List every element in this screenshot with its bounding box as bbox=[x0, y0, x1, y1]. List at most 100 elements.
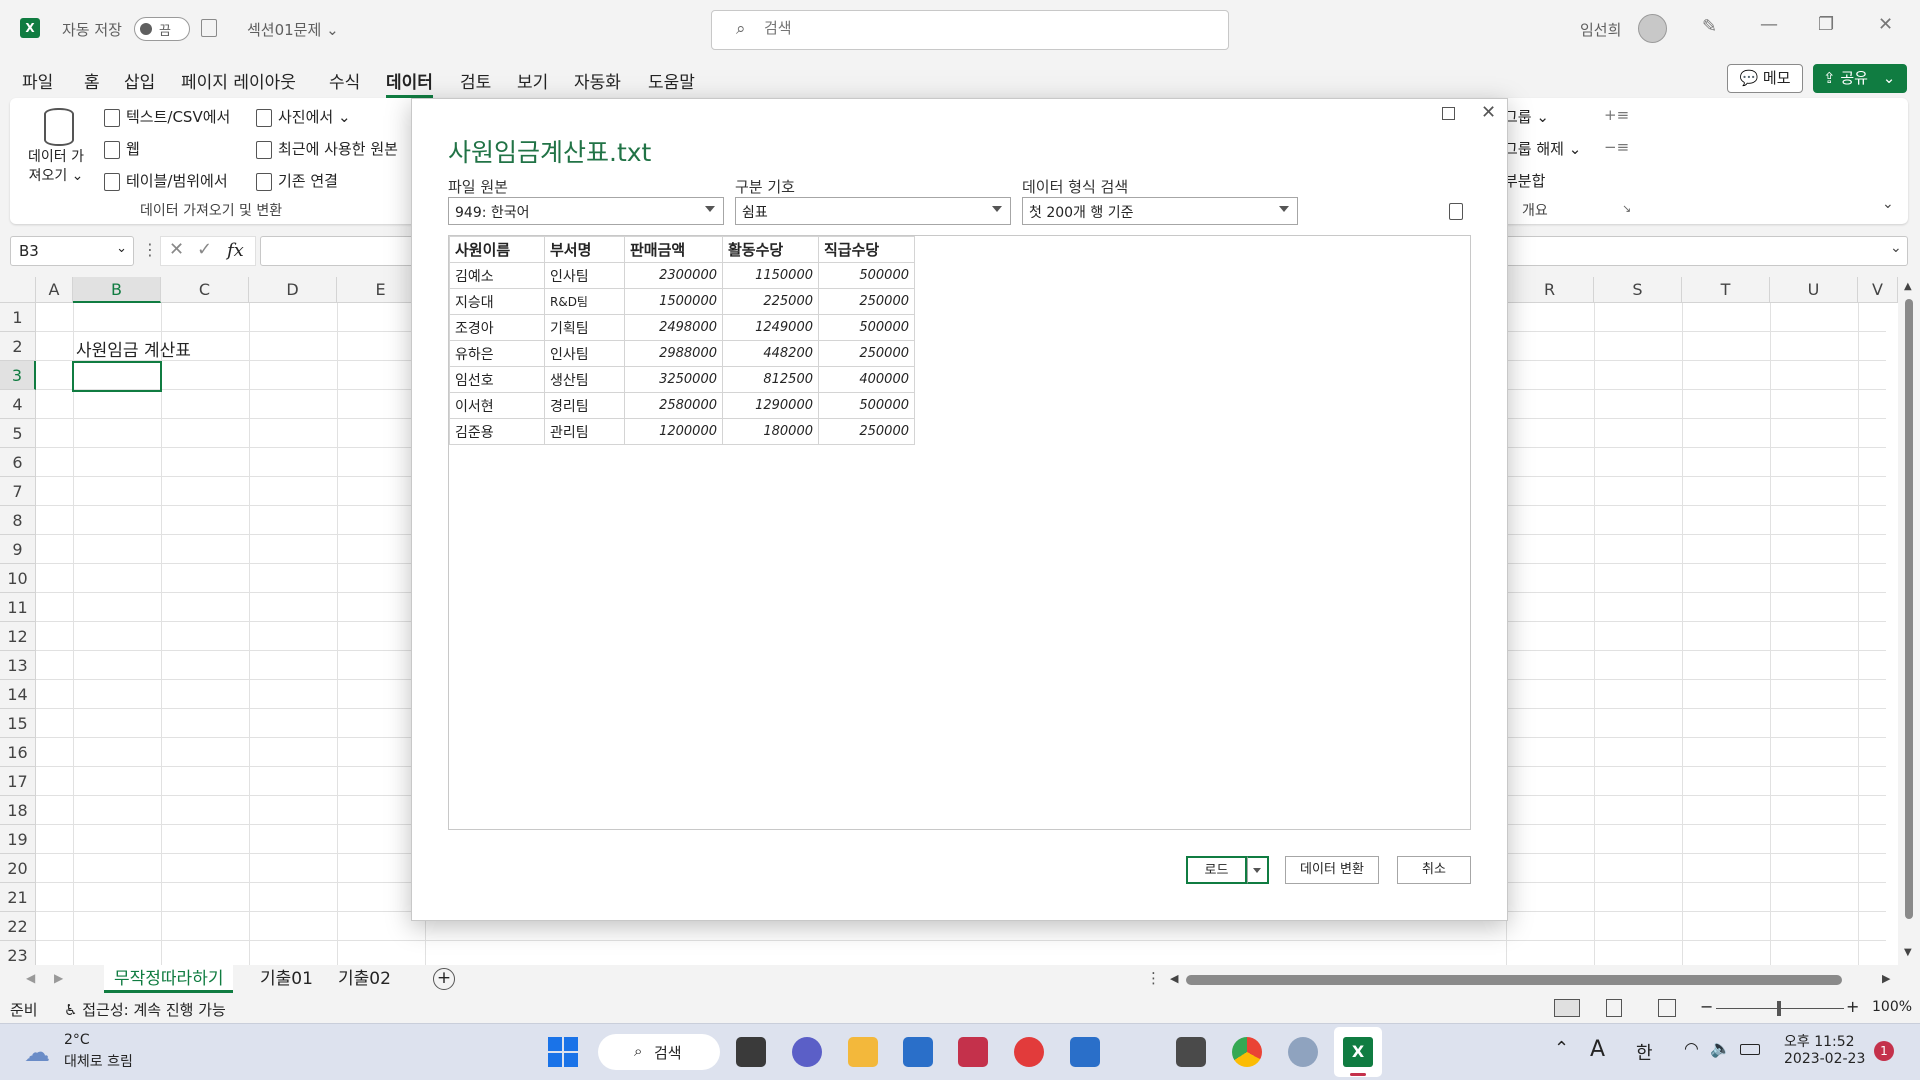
magnifier-icon[interactable] bbox=[1288, 1037, 1318, 1067]
store-icon[interactable] bbox=[903, 1037, 933, 1067]
search-box[interactable]: ⌕ bbox=[711, 10, 1229, 50]
row-header-23[interactable]: 23 bbox=[0, 941, 36, 965]
sync-icon[interactable] bbox=[1014, 1037, 1044, 1067]
zoom-in-icon[interactable]: + bbox=[1846, 997, 1859, 1016]
close-button[interactable]: ✕ bbox=[1878, 14, 1893, 35]
normal-view-icon[interactable] bbox=[1554, 999, 1580, 1017]
ime-a[interactable]: A bbox=[1590, 1037, 1605, 1062]
chevron-up-icon[interactable]: ⌃ bbox=[1554, 1038, 1569, 1059]
task-view-icon[interactable] bbox=[736, 1037, 766, 1067]
transform-data-button[interactable]: 데이터 변환 bbox=[1285, 856, 1379, 884]
row-header-22[interactable]: 22 bbox=[0, 912, 36, 941]
page-break-view-icon[interactable] bbox=[1658, 999, 1676, 1017]
from-picture-button[interactable]: 사진에서 ⌄ bbox=[256, 106, 351, 127]
app-icon-1[interactable] bbox=[958, 1037, 988, 1067]
tab-file[interactable]: 파일 bbox=[22, 68, 53, 93]
row-header-14[interactable]: 14 bbox=[0, 680, 36, 709]
get-data-button[interactable]: 데이터 가 져오기 ⌄ bbox=[28, 148, 84, 186]
row-header-4[interactable]: 4 bbox=[0, 390, 36, 419]
select-all[interactable] bbox=[0, 277, 36, 303]
row-header-8[interactable]: 8 bbox=[0, 506, 36, 535]
teams-icon[interactable] bbox=[792, 1037, 822, 1067]
row-header-13[interactable]: 13 bbox=[0, 651, 36, 680]
scroll-right-icon[interactable]: ▶ bbox=[1882, 972, 1890, 985]
ungroup-button[interactable]: 그룹 해제 ⌄ bbox=[1504, 138, 1581, 159]
scroll-thumb[interactable] bbox=[1905, 299, 1913, 919]
next-sheet-icon[interactable]: ▶ bbox=[54, 971, 63, 985]
web-button[interactable]: 웹 bbox=[104, 138, 140, 159]
tab-home[interactable]: 홈 bbox=[84, 68, 100, 93]
load-dropdown-button[interactable] bbox=[1247, 856, 1269, 884]
row-header-20[interactable]: 20 bbox=[0, 854, 36, 883]
file-origin-select[interactable]: 949: 한국어 bbox=[448, 197, 724, 225]
col-header-d[interactable]: D bbox=[249, 277, 337, 303]
taskbar-search[interactable]: ⌕ 검색 bbox=[598, 1034, 720, 1070]
ime-han[interactable]: 한 bbox=[1636, 1039, 1653, 1065]
calculator-icon[interactable] bbox=[1176, 1037, 1206, 1067]
outline-launcher-icon[interactable]: ↘ bbox=[1622, 202, 1631, 215]
zoom-out-icon[interactable]: − bbox=[1700, 997, 1713, 1016]
notification-badge[interactable]: 1 bbox=[1874, 1041, 1894, 1061]
active-cell-b3[interactable] bbox=[72, 361, 162, 392]
save-icon[interactable] bbox=[201, 19, 217, 37]
col-header-s[interactable]: S bbox=[1594, 277, 1682, 303]
chrome-icon[interactable] bbox=[1232, 1037, 1262, 1067]
minimize-button[interactable]: — bbox=[1760, 14, 1778, 35]
from-table-button[interactable]: 테이블/범위에서 bbox=[104, 170, 228, 191]
tab-insert[interactable]: 삽입 bbox=[124, 68, 155, 93]
sheet-tab-1[interactable]: 무작정따라하기 bbox=[104, 965, 234, 993]
excel-taskbar-active[interactable]: X bbox=[1334, 1027, 1382, 1077]
row-header-1[interactable]: 1 bbox=[0, 303, 36, 332]
insert-function-icon[interactable]: fx bbox=[227, 240, 244, 261]
load-button[interactable]: 로드 bbox=[1186, 856, 1247, 884]
weather-desc[interactable]: 대체로 흐림 bbox=[64, 1051, 133, 1071]
row-header-6[interactable]: 6 bbox=[0, 448, 36, 477]
row-header-16[interactable]: 16 bbox=[0, 738, 36, 767]
row-header-12[interactable]: 12 bbox=[0, 622, 36, 651]
file-explorer-icon[interactable] bbox=[848, 1037, 878, 1067]
battery-icon[interactable] bbox=[1740, 1044, 1760, 1055]
delimiter-select[interactable]: 쉼표 bbox=[735, 197, 1011, 225]
enter-icon[interactable]: ✓ bbox=[197, 239, 212, 260]
col-header-t[interactable]: T bbox=[1682, 277, 1770, 303]
tab-automate[interactable]: 자동화 bbox=[574, 68, 621, 93]
ribbon-collapse-icon[interactable]: ⌄ bbox=[1882, 196, 1894, 212]
row-header-15[interactable]: 15 bbox=[0, 709, 36, 738]
show-detail-icon[interactable]: +≡ bbox=[1604, 106, 1629, 124]
col-header-u[interactable]: U bbox=[1770, 277, 1858, 303]
col-header-b[interactable]: B bbox=[73, 277, 161, 303]
start-icon[interactable] bbox=[548, 1037, 578, 1067]
zoom-thumb[interactable] bbox=[1777, 1001, 1781, 1016]
cell-b2[interactable]: 사원임금 계산표 bbox=[76, 336, 191, 361]
dialog-close-icon[interactable]: ✕ bbox=[1481, 102, 1496, 123]
row-header-17[interactable]: 17 bbox=[0, 767, 36, 796]
search-input[interactable] bbox=[764, 19, 1064, 37]
tab-help[interactable]: 도움말 bbox=[648, 68, 695, 93]
scroll-down-icon[interactable]: ▼ bbox=[1904, 947, 1912, 958]
more-icon[interactable]: ⋮ bbox=[142, 240, 158, 259]
cancel-icon[interactable]: ✕ bbox=[169, 239, 184, 260]
maximize-icon[interactable] bbox=[1442, 107, 1455, 120]
row-header-3[interactable]: 3 bbox=[0, 361, 36, 390]
add-sheet-button[interactable]: + bbox=[433, 968, 455, 990]
volume-icon[interactable]: 🔈 bbox=[1710, 1039, 1731, 1059]
zoom-level[interactable]: 100% bbox=[1872, 999, 1912, 1015]
notepad-icon[interactable] bbox=[1070, 1037, 1100, 1067]
row-header-11[interactable]: 11 bbox=[0, 593, 36, 622]
weather-icon[interactable]: ☁ bbox=[24, 1038, 50, 1068]
tab-formulas[interactable]: 수식 bbox=[329, 68, 360, 93]
filename[interactable]: 섹션01문제 ⌄ bbox=[247, 19, 339, 40]
existing-connections-button[interactable]: 기존 연결 bbox=[256, 170, 338, 191]
subtotal-button[interactable]: 부분합 bbox=[1504, 170, 1545, 191]
name-box[interactable]: B3 ⌄ bbox=[10, 236, 134, 266]
col-header-r[interactable]: R bbox=[1506, 277, 1594, 303]
restore-button[interactable]: ❐ bbox=[1818, 14, 1834, 35]
row-header-5[interactable]: 5 bbox=[0, 419, 36, 448]
row-header-7[interactable]: 7 bbox=[0, 477, 36, 506]
tab-page-layout[interactable]: 페이지 레이아웃 bbox=[181, 68, 296, 93]
scroll-left-icon[interactable]: ◀ bbox=[1170, 972, 1178, 985]
data-type-detection-select[interactable]: 첫 200개 행 기준 bbox=[1022, 197, 1298, 225]
row-header-9[interactable]: 9 bbox=[0, 535, 36, 564]
scroll-up-icon[interactable]: ▲ bbox=[1904, 281, 1912, 292]
row-header-21[interactable]: 21 bbox=[0, 883, 36, 912]
